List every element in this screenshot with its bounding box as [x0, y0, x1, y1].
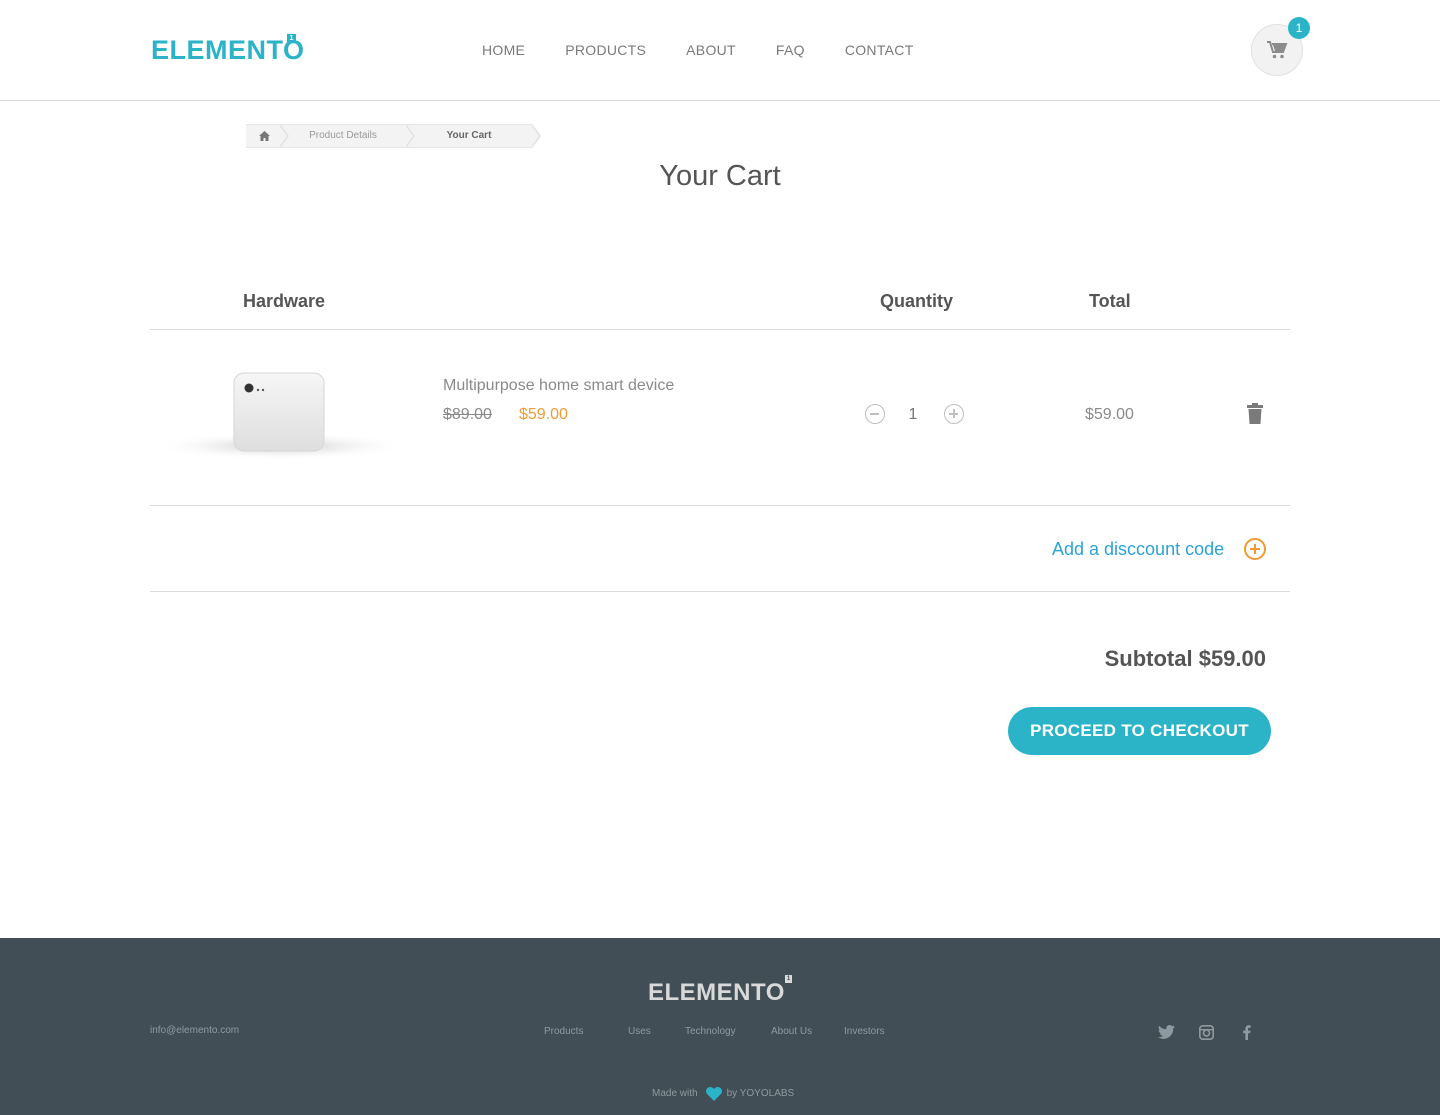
- heart-icon: [705, 1087, 722, 1101]
- divider: [150, 505, 1290, 506]
- footer-link-products[interactable]: Products: [544, 1025, 583, 1039]
- proceed-to-checkout-button[interactable]: PROCEED TO CHECKOUT: [1008, 707, 1271, 755]
- breadcrumb-label: Your Cart: [446, 130, 492, 141]
- add-discount-icon[interactable]: [1244, 538, 1266, 560]
- cart-icon: [1267, 41, 1288, 59]
- home-icon: [259, 131, 270, 141]
- main-nav: HOME PRODUCTS ABOUT FAQ CONTACT: [482, 41, 954, 59]
- product-name[interactable]: Multipurpose home smart device: [443, 376, 674, 396]
- increase-quantity-button[interactable]: [944, 404, 964, 424]
- breadcrumb-separator: [531, 124, 541, 148]
- breadcrumb-your-cart: Your Cart: [406, 124, 541, 148]
- column-header-quantity: Quantity: [880, 291, 954, 311]
- nav-home[interactable]: HOME: [482, 41, 525, 59]
- divider: [150, 591, 1290, 592]
- nav-about[interactable]: ABOUT: [686, 41, 736, 59]
- subtotal: Subtotal $59.00: [1104, 646, 1266, 671]
- decrease-quantity-button[interactable]: [865, 404, 885, 424]
- page-title: Your Cart: [659, 160, 781, 192]
- credit-label[interactable]: by YOYOLABS: [727, 1087, 795, 1101]
- breadcrumb: Product Details Your Cart: [246, 124, 541, 148]
- sale-price: $59.00: [519, 406, 568, 423]
- line-total: $59.00: [1085, 406, 1134, 423]
- quantity-value: 1: [908, 406, 918, 423]
- footer-link-technology[interactable]: Technology: [685, 1025, 736, 1039]
- breadcrumb-product-details[interactable]: Product Details: [280, 124, 415, 148]
- breadcrumb-separator: [279, 124, 289, 148]
- made-with-label: Made with: [652, 1088, 698, 1099]
- breadcrumb-separator: [405, 124, 415, 148]
- nav-products[interactable]: PRODUCTS: [565, 41, 646, 59]
- add-discount-code-link[interactable]: Add a disccount code: [1052, 538, 1224, 560]
- footer-logo[interactable]: ELEMENTO: [648, 980, 785, 1006]
- facebook-icon: [1243, 1025, 1251, 1040]
- page: ELEMENTO 1 HOME PRODUCTS ABOUT FAQ CONTA…: [0, 0, 1440, 1115]
- remove-item-button[interactable]: [1246, 403, 1264, 425]
- twitter-icon: [1158, 1025, 1175, 1039]
- footer-link-about-us[interactable]: About Us: [771, 1025, 812, 1039]
- footer-link-investors[interactable]: Investors: [844, 1025, 885, 1039]
- divider: [150, 329, 1290, 330]
- cart-count-badge: 1: [1288, 17, 1310, 39]
- twitter-link[interactable]: [1158, 1025, 1176, 1043]
- column-header-hardware: Hardware: [243, 291, 326, 311]
- instagram-icon: [1199, 1025, 1214, 1040]
- footer-link-uses[interactable]: Uses: [628, 1025, 651, 1039]
- nav-contact[interactable]: CONTACT: [845, 41, 914, 59]
- breadcrumb-home[interactable]: [246, 124, 289, 148]
- footer-email-link[interactable]: info@elemento.com: [150, 1024, 239, 1038]
- facebook-link[interactable]: [1242, 1025, 1260, 1043]
- product-image: [150, 340, 412, 490]
- made-with-credit: Made with by YOYOLABS: [652, 1087, 794, 1101]
- nav-faq[interactable]: FAQ: [776, 41, 805, 59]
- logo-superscript: 1: [287, 34, 296, 43]
- site-header: ELEMENTO 1 HOME PRODUCTS ABOUT FAQ CONTA…: [0, 0, 1440, 101]
- original-price: $89.00: [443, 406, 492, 423]
- instagram-link[interactable]: [1199, 1025, 1217, 1043]
- breadcrumb-label: Product Details: [309, 130, 377, 141]
- footer-logo-superscript: 1: [785, 975, 792, 983]
- column-header-total: Total: [1089, 291, 1131, 311]
- trash-icon: [1247, 403, 1263, 424]
- logo[interactable]: ELEMENTO: [151, 36, 305, 64]
